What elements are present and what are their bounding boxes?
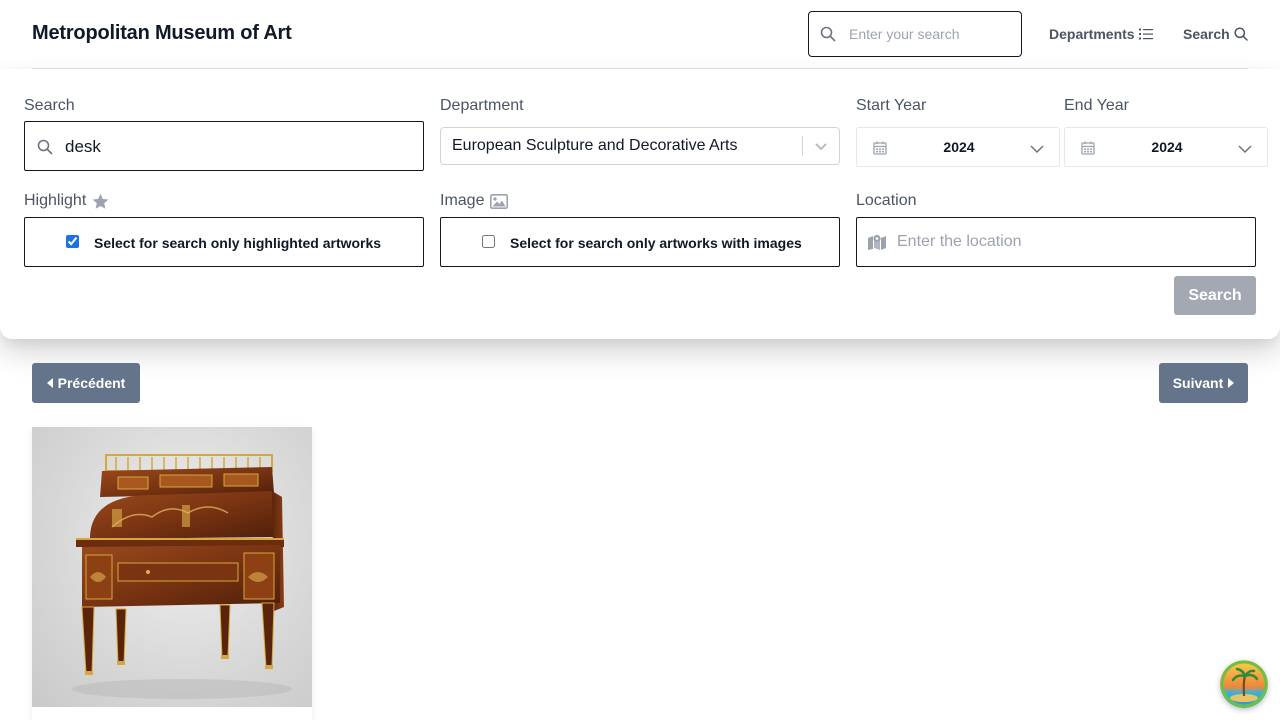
nav-departments-label: Departments [1049,26,1135,42]
next-page-label: Suivant [1172,375,1224,391]
search-value[interactable]: desk [65,137,101,157]
previous-page-button[interactable]: Précédent [32,363,140,403]
chevron-down-icon [1030,145,1044,154]
roll-top-desk-illustration [72,454,292,699]
department-label-text: Department [440,97,524,114]
top-search-box[interactable] [808,11,1022,57]
highlight-checkbox-text[interactable]: Select for search only highlighted artwo… [94,235,381,251]
highlight-label-text: Highlight [24,192,87,209]
image-label-text: Image [440,192,485,209]
start-year-label: Start Year [856,97,926,115]
department-label: Department [440,97,524,115]
select-separator [802,136,803,156]
map-location-icon [868,234,886,250]
search-icon [37,139,53,155]
end-year-label: End Year [1064,97,1129,115]
search-filter-panel: Search desk Department European Sculptur… [0,69,1280,339]
location-label-text: Location [856,192,917,209]
image-checkbox[interactable] [482,235,495,248]
floating-assistant-avatar[interactable] [1220,660,1268,708]
nav-departments-link[interactable]: Departments [1049,26,1153,42]
location-field[interactable] [856,217,1256,267]
search-icon [1234,27,1248,41]
search-label: Search [24,97,75,115]
list-icon [1138,28,1153,40]
star-icon [92,193,109,209]
start-year-select[interactable]: 2024 [856,127,1060,167]
next-page-button[interactable]: Suivant [1159,363,1248,403]
artwork-card[interactable] [32,427,312,720]
search-label-text: Search [24,97,75,114]
chevron-down-icon [1238,145,1252,154]
previous-page-label: Précédent [57,375,126,391]
image-icon [490,193,509,209]
highlight-checkbox-container[interactable]: Select for search only highlighted artwo… [24,217,424,267]
nav-search-label: Search [1183,26,1230,42]
chevron-down-icon[interactable] [813,138,829,154]
top-navbar: Metropolitan Museum of Art Departments S… [0,0,1280,69]
site-brand[interactable]: Metropolitan Museum of Art [32,22,292,45]
image-label: Image [440,192,509,210]
top-search-input[interactable] [849,24,1014,44]
image-checkbox-text[interactable]: Select for search only artworks with ima… [510,235,802,251]
end-year-select[interactable]: 2024 [1064,127,1268,167]
location-label: Location [856,192,917,210]
start-year-label-text: Start Year [856,97,927,114]
nav-search-link[interactable]: Search [1183,26,1248,42]
search-field[interactable]: desk [24,121,424,171]
highlight-label: Highlight [24,192,109,210]
caret-right-icon [1228,378,1235,388]
end-year-label-text: End Year [1064,97,1129,114]
search-icon [820,26,836,42]
image-checkbox-container[interactable]: Select for search only artworks with ima… [440,217,840,267]
department-select[interactable]: European Sculpture and Decorative Arts [440,127,840,165]
location-input[interactable] [897,232,1237,252]
highlight-checkbox[interactable] [66,235,79,248]
artwork-image[interactable] [32,427,312,707]
department-selected-value: European Sculpture and Decorative Arts [452,137,738,154]
search-submit-button[interactable]: Search [1174,276,1256,315]
caret-left-icon [46,378,53,388]
island-icon [1220,660,1268,708]
